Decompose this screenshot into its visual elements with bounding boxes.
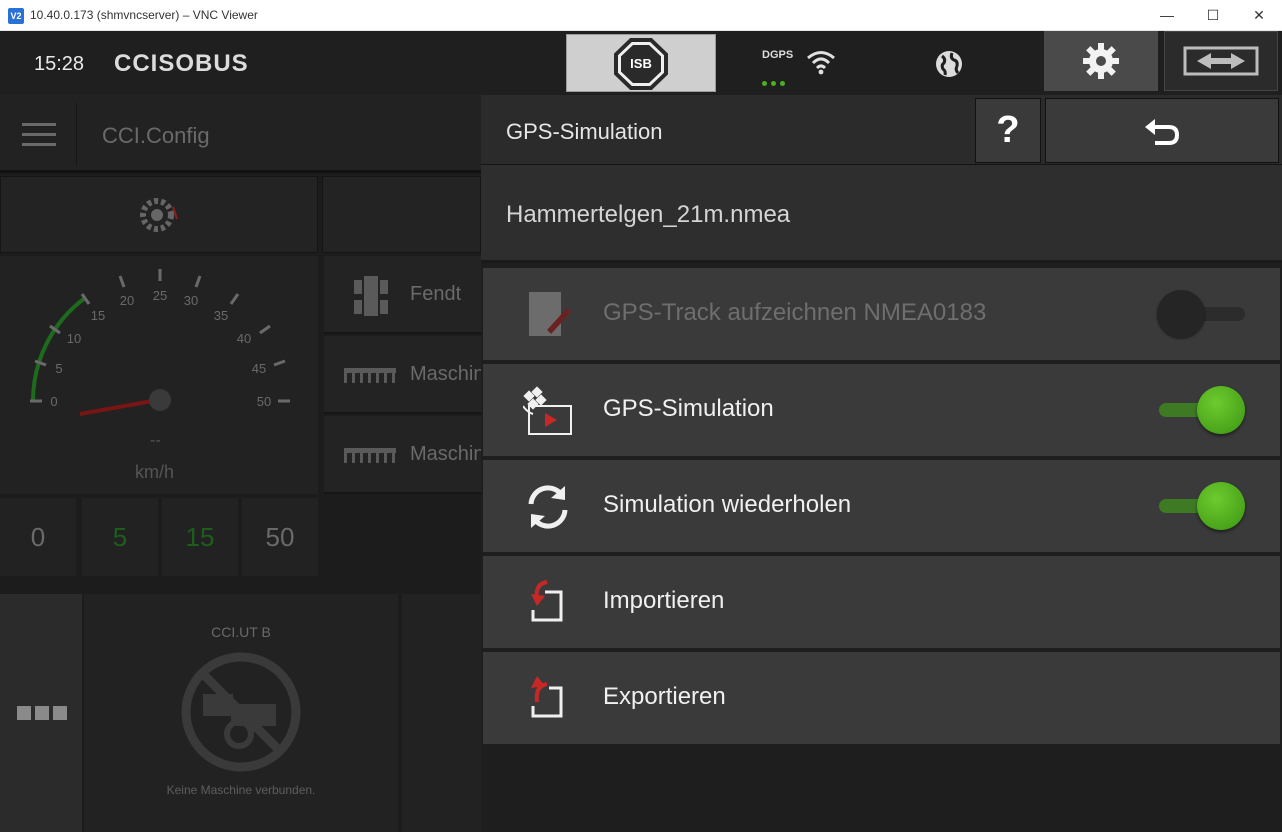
gps-simulation-row[interactable]: GPS-Simulation — [483, 364, 1280, 456]
speed-preset-0[interactable]: 0 — [0, 498, 76, 576]
back-arrow-icon — [1145, 119, 1180, 145]
panel-title: GPS-Simulation — [506, 119, 663, 144]
gps-track-record-row[interactable]: GPS-Track aufzeichnen NMEA0183 — [483, 268, 1280, 360]
settings-button[interactable] — [1044, 31, 1158, 91]
gauge-tick-5: 5 — [55, 361, 62, 376]
window-title: 10.40.0.173 (shmvncserver) – VNC Viewer — [30, 8, 258, 22]
maximize-button[interactable]: ☐ — [1190, 0, 1236, 31]
implement-icon — [344, 368, 396, 383]
gauge-hub — [149, 389, 171, 411]
dgps-status-dots — [762, 73, 789, 91]
more-apps-button[interactable] — [0, 594, 82, 832]
speed-preset-5[interactable]: 5 — [82, 498, 158, 576]
cci-isobus-logo: CCISOBUS — [114, 50, 249, 77]
speed-preset-50[interactable]: 50 — [242, 498, 318, 576]
record-track-icon — [529, 292, 571, 336]
top-right-tile[interactable] — [322, 176, 481, 253]
row-label: Simulation wiederholen — [603, 491, 852, 518]
repeat-simulation-toggle[interactable] — [1157, 482, 1247, 530]
record-track-toggle[interactable] — [1157, 290, 1247, 338]
gauge-tick-35: 35 — [214, 308, 228, 323]
swap-arrows-icon — [1183, 46, 1259, 76]
repeat-icon — [528, 485, 568, 529]
globe-icon[interactable] — [934, 49, 964, 79]
row-label: GPS-Track aufzeichnen NMEA0183 — [603, 299, 987, 326]
gauge-tick-50: 50 — [257, 394, 271, 409]
window-titlebar: V2 10.40.0.173 (shmvncserver) – VNC View… — [0, 0, 1282, 31]
gauge-unit: km/h — [135, 462, 175, 482]
gauge-tick-20: 20 — [120, 293, 134, 308]
ut-message: Keine Maschine verbunden. — [166, 783, 316, 797]
row-label: GPS-Simulation — [603, 395, 774, 422]
gauge-tick-40: 40 — [237, 331, 251, 346]
clock: 15:28 — [34, 53, 85, 75]
row-label: Exportieren — [603, 683, 726, 710]
gauge-tick-25: 25 — [153, 288, 167, 303]
vnc-app-icon: V2 — [8, 8, 24, 24]
list-item-machine[interactable]: Maschine — [324, 336, 496, 414]
close-button[interactable]: ✕ — [1236, 0, 1282, 31]
ut-title: CCI.UT B — [211, 624, 271, 640]
repeat-simulation-row[interactable]: Simulation wiederholen — [483, 460, 1280, 552]
gear-icon — [1083, 43, 1119, 79]
gauge-tick-30: 30 — [184, 293, 198, 308]
swap-view-button[interactable] — [1164, 31, 1278, 91]
list-item-tractor[interactable]: Fendt — [324, 256, 481, 334]
help-button[interactable]: ? — [975, 98, 1041, 163]
gauge-needle — [79, 398, 159, 416]
no-machine-icon — [181, 652, 301, 772]
dgps-label: DGPS — [762, 49, 794, 61]
export-icon — [531, 676, 563, 718]
import-row[interactable]: Importieren — [483, 556, 1280, 648]
isb-button[interactable]: ISB — [566, 34, 716, 92]
satellite-video-icon — [523, 386, 572, 435]
list-item-machine[interactable]: Maschine — [324, 416, 496, 494]
wifi-icon — [807, 51, 835, 75]
menu-icon[interactable] — [22, 123, 56, 153]
second-ut-tile[interactable] — [402, 594, 481, 832]
speed-preset-15[interactable]: 15 — [162, 498, 238, 576]
wheel-speed-icon — [140, 198, 178, 232]
config-header: CCI.Config — [0, 95, 481, 173]
back-button[interactable] — [1045, 98, 1279, 163]
config-title: CCI.Config — [102, 123, 210, 148]
status-bar: 15:28 CCISOBUS ISB DGPS — [0, 31, 1282, 95]
gauge-tick-0: 0 — [50, 394, 57, 409]
list-item-label: Fendt — [410, 283, 462, 305]
gauge-tick-15: 15 — [91, 308, 105, 323]
gauge-value: -- — [150, 432, 161, 449]
import-icon — [531, 580, 563, 622]
row-label: Importieren — [603, 587, 725, 614]
implement-icon — [344, 448, 396, 463]
gps-simulation-toggle[interactable] — [1157, 386, 1247, 434]
gauge-tick-45: 45 — [252, 361, 266, 376]
wheel-speed-tile[interactable] — [0, 176, 318, 253]
gps-simulation-panel: GPS-Simulation ? Hammertelgen_21m.nmea G… — [481, 95, 1282, 832]
speedometer: 0 5 10 15 20 25 30 35 40 45 50 -- km/h — [0, 256, 318, 494]
minimize-button[interactable]: — — [1144, 0, 1190, 31]
tractor-icon — [354, 276, 388, 316]
gauge-tick-10: 10 — [67, 331, 81, 346]
export-row[interactable]: Exportieren — [483, 652, 1280, 744]
simulation-filename: Hammertelgen_21m.nmea — [506, 201, 791, 228]
ut-tile[interactable]: CCI.UT B Keine Maschine verbunden. — [84, 594, 398, 832]
panel-header: GPS-Simulation ? — [481, 95, 1282, 165]
simulation-file-row[interactable]: Hammertelgen_21m.nmea — [481, 165, 1282, 263]
